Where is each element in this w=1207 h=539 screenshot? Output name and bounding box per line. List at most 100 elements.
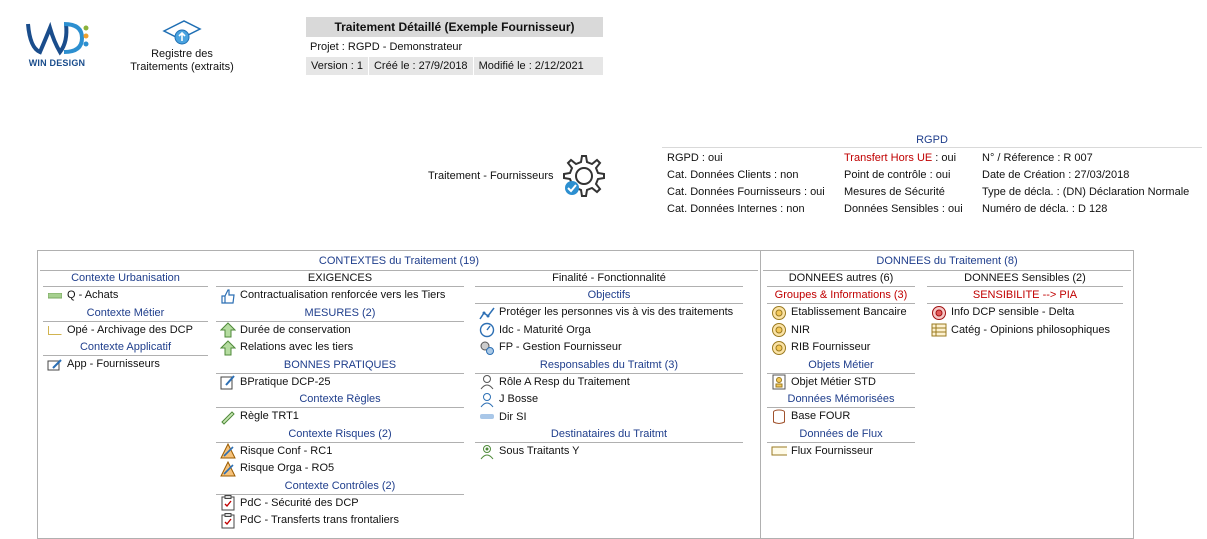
thumbs-up-icon	[220, 288, 236, 304]
list-item[interactable]: Objet Métier STD	[767, 374, 915, 392]
list-item[interactable]: Relations avec les tiers	[216, 339, 464, 357]
list-item[interactable]: Etablissement Bancaire	[767, 304, 915, 322]
rgpd-panel: RGPD RGPD : oui Transfert Hors UE : oui …	[662, 133, 1202, 218]
contextes-col-urbanisation: Contexte Urbanisation Q - Achats Context…	[43, 270, 208, 374]
section-header: Données Mémorisées	[767, 391, 915, 408]
rgpd-field: RGPD : oui	[667, 152, 723, 164]
section-header: Contexte Métier	[43, 305, 208, 322]
gauge-icon	[479, 322, 495, 338]
rgpd-field: Cat. Données Fournisseurs : oui	[667, 186, 825, 198]
info-group-icon	[771, 305, 787, 321]
edit-doc-icon	[220, 374, 236, 390]
info-group-icon	[771, 340, 787, 356]
list-item[interactable]: Idc - Maturité Orga	[475, 322, 743, 340]
business-object-icon	[771, 374, 787, 390]
list-item[interactable]: PdC - Transferts trans frontaliers	[216, 512, 464, 530]
list-item[interactable]: Opé - Archivage des DCP	[43, 322, 208, 340]
section-header: SENSIBILITE --> PIA	[927, 287, 1123, 304]
recipient-icon	[479, 444, 495, 460]
list-item[interactable]: PdC - Sécurité des DCP	[216, 495, 464, 513]
list-item[interactable]: Risque Orga - RO5	[216, 460, 464, 478]
role-person-icon	[479, 374, 495, 390]
rgpd-title: RGPD	[662, 133, 1202, 148]
registre-label: Registre des Traitements (extraits)	[130, 48, 234, 73]
person-icon	[479, 392, 495, 408]
up-arrow-icon	[220, 340, 236, 356]
section-header: Responsables du Traitmt (3)	[475, 357, 743, 374]
gear-check-icon	[560, 152, 608, 200]
rgpd-field: Cat. Données Internes : non	[667, 203, 805, 215]
donnees-title: DONNEES du Traitement (8)	[876, 255, 1018, 267]
clipboard-check-icon	[220, 512, 236, 529]
list-item[interactable]: Durée de conservation	[216, 322, 464, 340]
rgpd-field: Numéro de décla. : D 128	[982, 203, 1108, 215]
section-header: Contexte Contrôles (2)	[216, 478, 464, 495]
flow-icon	[771, 443, 787, 459]
section-header: Finalité - Fonctionnalité	[475, 270, 743, 287]
list-item[interactable]: Règle TRT1	[216, 408, 464, 426]
list-item[interactable]: Q - Achats	[43, 287, 208, 305]
rgpd-field: Cat. Données Clients : non	[667, 169, 799, 181]
treatment-label: Traitement - Fournisseurs	[428, 170, 554, 182]
org-bar-icon	[479, 409, 495, 425]
section-header: Objectifs	[475, 287, 743, 304]
list-item[interactable]: J Bosse	[475, 391, 743, 409]
list-item[interactable]: Dir SI	[475, 409, 743, 427]
list-item[interactable]: Info DCP sensible - Delta	[927, 304, 1123, 322]
section-header: MESURES (2)	[216, 305, 464, 322]
trend-line-icon	[479, 305, 495, 321]
up-arrow-icon	[220, 322, 236, 338]
registry-icon	[162, 20, 202, 45]
list-item[interactable]: RIB Fournisseur	[767, 339, 915, 357]
list-item[interactable]: App - Fournisseurs	[43, 356, 208, 374]
rgpd-field: N° / Réference : R 007	[982, 152, 1093, 164]
gears-icon	[479, 340, 495, 356]
section-header: BONNES PRATIQUES	[216, 357, 464, 374]
bar-icon	[47, 288, 63, 304]
section-header: Objets Métier	[767, 357, 915, 374]
list-item[interactable]: Contractualisation renforcée vers les Ti…	[216, 287, 464, 305]
contextes-col-finalite: Finalité - Fonctionnalité Objectifs Prot…	[475, 270, 743, 461]
contextes-title: CONTEXTES du Traitement (19)	[318, 255, 480, 267]
list-item[interactable]: Rôle A Resp du Traitement	[475, 374, 743, 392]
created-date: Créé le : 27/9/2018	[369, 57, 474, 75]
list-item[interactable]: Flux Fournisseur	[767, 443, 915, 461]
modified-date: Modifié le : 2/12/2021	[478, 60, 584, 72]
document-meta: Version : 1 Créé le : 27/9/2018 Modifié …	[306, 57, 603, 75]
frame-divider	[760, 251, 761, 538]
donnees-col-autres: DONNEES autres (6) Groupes & Information…	[767, 270, 915, 460]
registre-link[interactable]: Registre des Traitements (extraits)	[128, 17, 236, 74]
section-header: DONNEES autres (6)	[767, 270, 915, 287]
list-item[interactable]: Protéger les personnes vis à vis des tra…	[475, 304, 743, 322]
section-header: Contexte Applicatif	[43, 339, 208, 356]
list-item[interactable]: BPratique DCP-25	[216, 374, 464, 392]
database-icon	[771, 409, 787, 425]
rgpd-field: Date de Création : 27/03/2018	[982, 169, 1130, 181]
section-header: Contexte Risques (2)	[216, 426, 464, 443]
logo-text: WIN DESIGN	[28, 58, 86, 68]
rgpd-field: Mesures de Sécurité	[844, 186, 945, 198]
document-title: Traitement Détaillé (Exemple Fournisseur…	[306, 17, 603, 37]
section-header: EXIGENCES	[216, 270, 464, 287]
document-info-box: Traitement Détaillé (Exemple Fournisseur…	[306, 17, 603, 75]
list-item[interactable]: NIR	[767, 322, 915, 340]
app-pen-icon	[47, 357, 63, 373]
transfert-hors-ue: Transfert Hors UE : oui	[844, 152, 957, 164]
section-header: Contexte Règles	[216, 391, 464, 408]
category-table-icon	[931, 322, 947, 338]
list-item[interactable]: FP - Gestion Fournisseur	[475, 339, 743, 357]
sensitive-info-icon	[931, 305, 947, 321]
donnees-col-sensibles: DONNEES Sensibles (2) SENSIBILITE --> PI…	[927, 270, 1123, 339]
version: Version : 1	[306, 57, 369, 75]
section-header: DONNEES Sensibles (2)	[927, 270, 1123, 287]
risk-triangle-icon	[220, 460, 236, 477]
list-item[interactable]: Sous Traitants Y	[475, 443, 743, 461]
section-header: Données de Flux	[767, 426, 915, 443]
list-item[interactable]: Risque Conf - RC1	[216, 443, 464, 461]
rgpd-field: Données Sensibles : oui	[844, 203, 963, 215]
list-item[interactable]: Catég - Opinions philosophiques	[927, 322, 1123, 340]
list-item[interactable]: Base FOUR	[767, 408, 915, 426]
risk-triangle-icon	[220, 443, 236, 459]
rgpd-field: Type de décla. : (DN) Déclaration Normal…	[982, 186, 1190, 198]
ruler-icon	[220, 409, 236, 425]
